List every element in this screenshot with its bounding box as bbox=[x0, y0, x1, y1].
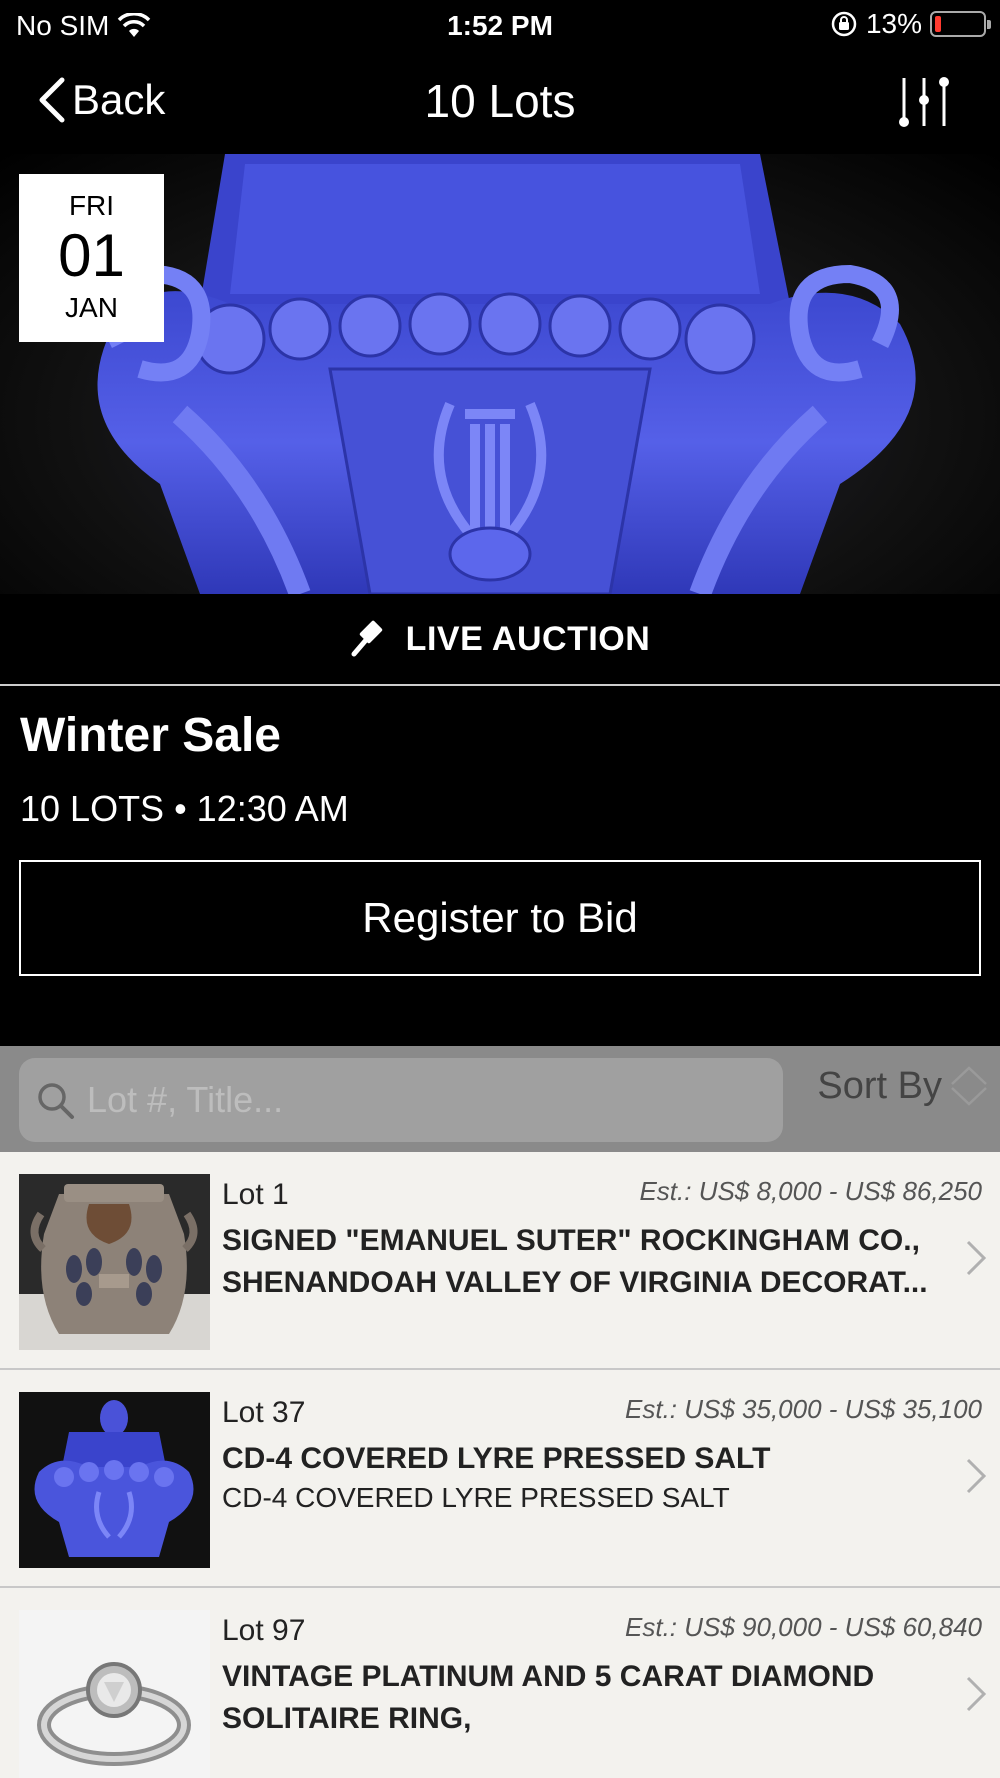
search-input[interactable] bbox=[87, 1079, 727, 1121]
nav-bar: Back 10 Lots bbox=[0, 52, 1000, 154]
lot-number: Lot 37 bbox=[222, 1396, 306, 1429]
chevron-right-icon bbox=[966, 1458, 987, 1494]
register-to-bid-button[interactable]: Register to Bid bbox=[19, 860, 981, 976]
lot-number: Lot 97 bbox=[222, 1614, 306, 1647]
stoneware-jar-photo bbox=[19, 1174, 210, 1350]
sale-meta: 10 LOTS • 12:30 AM bbox=[20, 788, 349, 829]
lot-description: CD-4 COVERED LYRE PRESSED SALT bbox=[222, 1482, 730, 1513]
search-bar: Sort By bbox=[0, 1046, 1000, 1152]
sort-arrows-icon bbox=[951, 1066, 987, 1106]
lot-title: SIGNED "EMANUEL SUTER" ROCKINGHAM CO., S… bbox=[222, 1224, 928, 1299]
sliders-icon[interactable] bbox=[892, 70, 956, 134]
lot-list: Lot 1 Est.: US$ 8,000 - US$ 86,250 SIGNE… bbox=[0, 1152, 1000, 1778]
diamond-ring-photo bbox=[19, 1610, 210, 1778]
chevron-right-icon bbox=[966, 1676, 987, 1712]
page-title: 10 Lots bbox=[424, 75, 576, 127]
lot-thumbnail bbox=[19, 1174, 210, 1350]
lot-title: CD-4 COVERED LYRE PRESSED SALT bbox=[222, 1442, 771, 1475]
lot-thumbnail bbox=[19, 1392, 210, 1568]
chevron-right-icon bbox=[966, 1240, 987, 1276]
sale-title: Winter Sale bbox=[20, 709, 281, 762]
search-box[interactable] bbox=[19, 1058, 783, 1142]
auction-type-label: LIVE AUCTION bbox=[405, 619, 651, 658]
lot-row[interactable]: Lot 97 Est.: US$ 90,000 - US$ 60,840 VIN… bbox=[0, 1588, 1000, 1778]
search-icon bbox=[38, 1083, 74, 1119]
battery-icon bbox=[930, 11, 991, 37]
date-weekday: FRI bbox=[68, 190, 115, 221]
lot-estimate: Est.: US$ 90,000 - US$ 60,840 bbox=[625, 1612, 982, 1642]
blue-glass-salt-photo bbox=[19, 1392, 210, 1568]
status-bar: No SIM 1:52 PM 13% bbox=[0, 0, 1000, 52]
gavel-icon bbox=[351, 620, 382, 657]
date-month: JAN bbox=[65, 292, 118, 323]
lot-row[interactable]: Lot 1 Est.: US$ 8,000 - US$ 86,250 SIGNE… bbox=[0, 1152, 1000, 1370]
sort-by-button[interactable]: Sort By bbox=[817, 1064, 988, 1108]
status-right: 13% bbox=[830, 8, 991, 40]
date-day: 01 bbox=[58, 222, 125, 289]
battery-percent: 13% bbox=[865, 8, 922, 39]
lot-thumbnail bbox=[19, 1610, 210, 1778]
battery-level bbox=[935, 16, 941, 32]
lot-row[interactable]: Lot 37 Est.: US$ 35,000 - US$ 35,100 CD-… bbox=[0, 1370, 1000, 1588]
lot-title: VINTAGE PLATINUM AND 5 CARAT DIAMOND SOL… bbox=[222, 1660, 875, 1735]
lot-estimate: Est.: US$ 35,000 - US$ 35,100 bbox=[625, 1394, 982, 1424]
lot-number: Lot 1 bbox=[222, 1178, 289, 1211]
date-badge: FRI 01 JAN bbox=[19, 174, 164, 342]
lot-estimate: Est.: US$ 8,000 - US$ 86,250 bbox=[639, 1176, 982, 1206]
auction-type-banner: LIVE AUCTION bbox=[0, 594, 1000, 686]
orientation-lock-icon bbox=[831, 11, 857, 37]
sort-by-label: Sort By bbox=[817, 1064, 942, 1107]
